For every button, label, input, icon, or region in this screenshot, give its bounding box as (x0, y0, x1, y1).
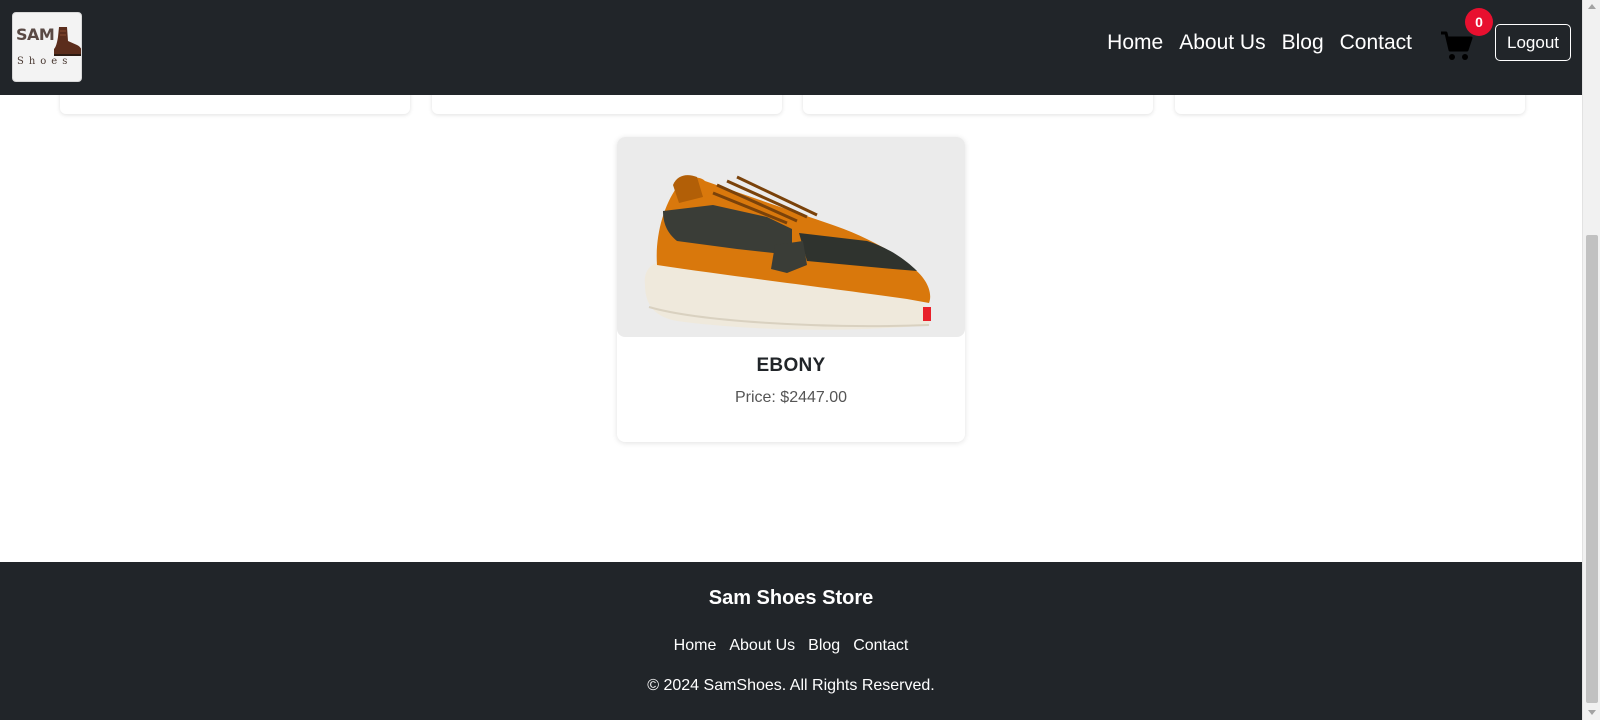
product-price: Price: $2447.00 (734, 389, 848, 406)
page-scrollbar[interactable] (1582, 0, 1600, 720)
footer-nav: Home About Us Blog Contact (0, 637, 1582, 655)
main-nav: Home About Us Blog Contact (1107, 31, 1412, 55)
footer-link-blog[interactable]: Blog (808, 637, 840, 655)
logo-text-shoes: Shoes (17, 56, 73, 67)
nav-about-us[interactable]: About Us (1179, 31, 1265, 55)
boot-icon (54, 27, 81, 56)
product-card[interactable]: EBONY Price: $2447.00 (617, 137, 965, 442)
scrollbar-thumb[interactable] (1586, 235, 1598, 703)
nav-contact[interactable]: Contact (1340, 31, 1412, 55)
footer-copyright: © 2024 SamShoes. All Rights Reserved. (647, 677, 935, 694)
product-name[interactable]: EBONY (617, 355, 965, 377)
nav-home[interactable]: Home (1107, 31, 1163, 55)
footer-link-about-us[interactable]: About Us (729, 637, 795, 655)
cart-button[interactable] (1440, 30, 1474, 62)
cart-icon (1441, 31, 1473, 60)
footer-link-contact[interactable]: Contact (853, 637, 908, 655)
product-image[interactable] (617, 137, 965, 337)
scroll-up-arrow-icon[interactable] (1588, 4, 1596, 9)
cart-count-badge: 0 (1465, 8, 1493, 36)
page-viewport: SAM Shoes Home About Us Blog Contact 0 L… (0, 0, 1582, 720)
footer-title: Sam Shoes Store (708, 587, 874, 609)
footer-link-home[interactable]: Home (674, 637, 717, 655)
site-logo[interactable]: SAM Shoes (12, 12, 82, 82)
footer: Sam Shoes Store Home About Us Blog Conta… (0, 562, 1582, 720)
nav-blog[interactable]: Blog (1282, 31, 1324, 55)
logo-text-sam: SAM (16, 25, 55, 44)
logout-button[interactable]: Logout (1495, 24, 1571, 61)
navbar: SAM Shoes Home About Us Blog Contact 0 L… (0, 0, 1582, 95)
scroll-down-arrow-icon[interactable] (1588, 710, 1596, 715)
sneaker-image (644, 175, 931, 330)
